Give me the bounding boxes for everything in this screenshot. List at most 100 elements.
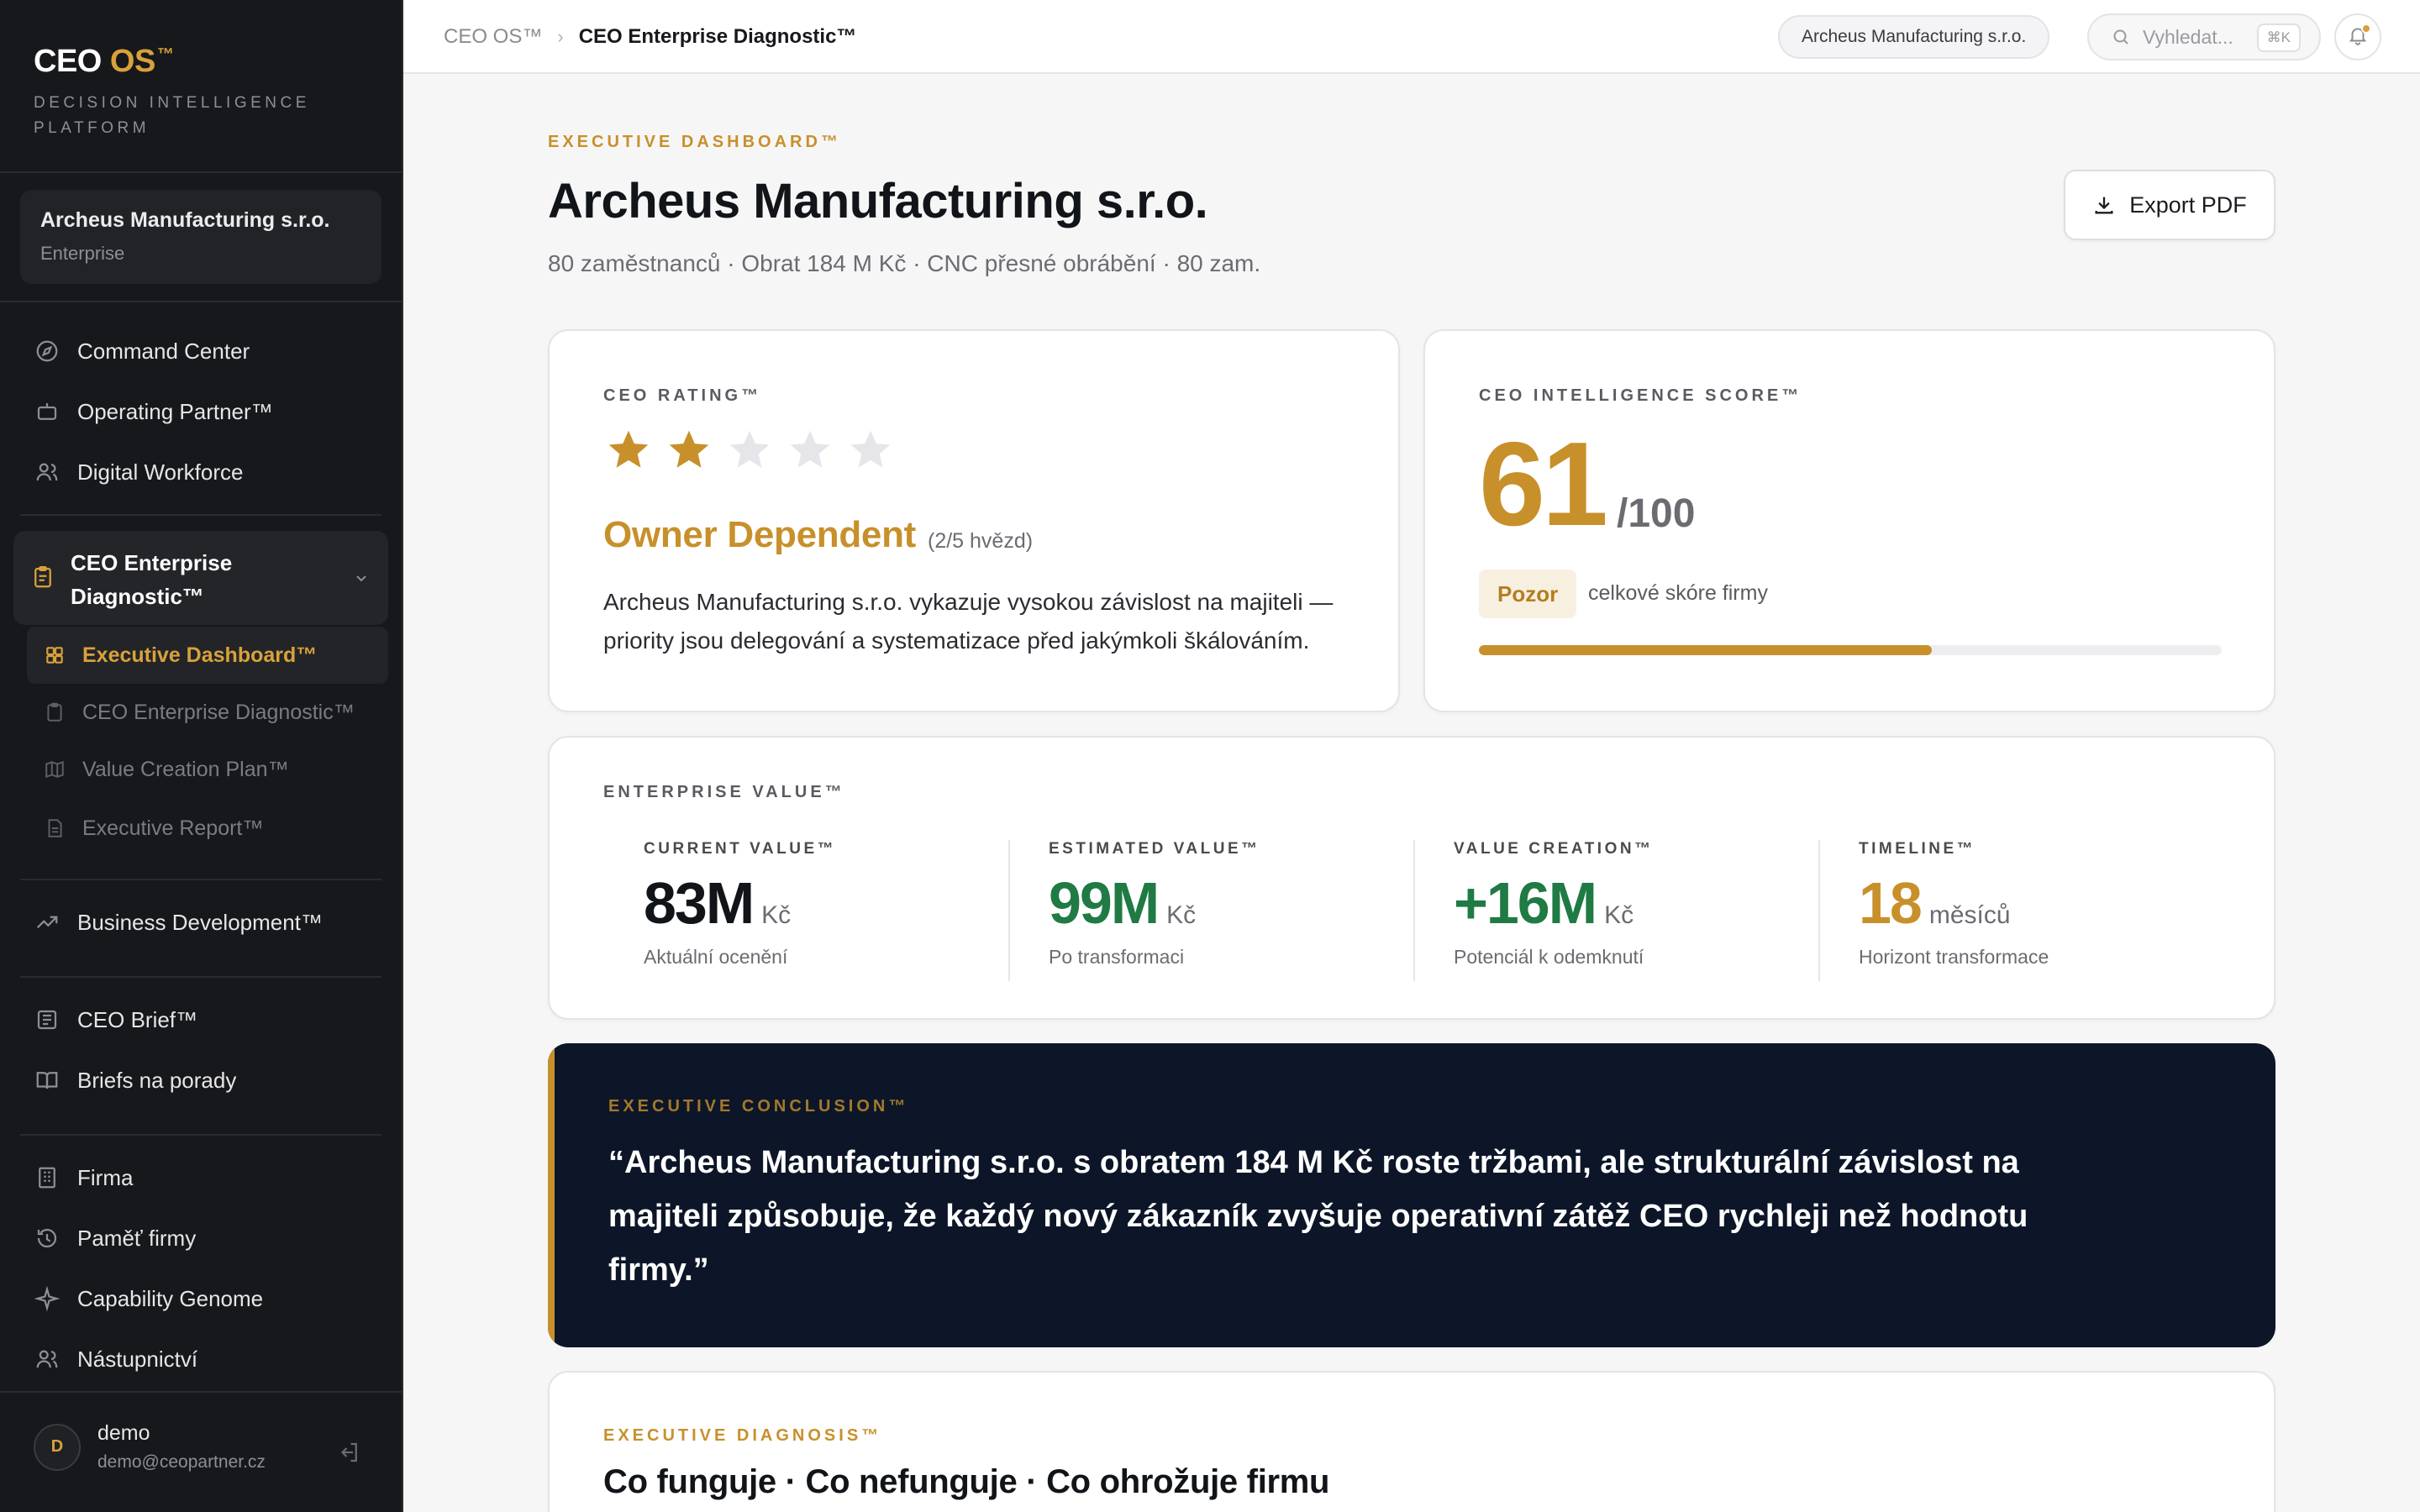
metric-divider [1413, 840, 1415, 981]
metric-label: TIMELINE™ [1859, 840, 1976, 858]
sidebar-subitem-label: CEO Enterprise Diagnostic™ [82, 701, 355, 724]
company-chip[interactable]: Archeus Manufacturing s.r.o. [1778, 15, 2050, 59]
sidebar-subitem-executive-dashboard[interactable]: Executive Dashboard™ [44, 643, 317, 668]
company-switcher[interactable]: Archeus Manufacturing s.r.o. Enterprise [20, 190, 381, 284]
history-icon [34, 1225, 60, 1252]
star-empty-icon [790, 430, 830, 468]
conclusion-quote: “Archeus Manufacturing s.r.o. s obratem … [608, 1145, 2028, 1288]
breadcrumb: CEO OS™ › CEO Enterprise Diagnostic™ [444, 25, 856, 49]
diagnosis-title: Co funguje · Co nefunguje · Co ohrožuje … [603, 1463, 1330, 1500]
chevron-down-icon[interactable] [351, 568, 371, 588]
top-bar: CEO OS™ › CEO Enterprise Diagnostic™ Arc… [403, 0, 2420, 74]
star-rating [605, 427, 894, 474]
company-name: Archeus Manufacturing s.r.o. [40, 208, 330, 232]
sidebar-divider [0, 301, 403, 302]
accent-bar [548, 1043, 555, 1347]
logout-icon[interactable] [336, 1440, 361, 1465]
executive-diagnosis-card: EXECUTIVE DIAGNOSIS™ Co funguje · Co nef… [548, 1371, 2275, 1512]
sidebar-item-operating-partner[interactable]: Operating Partner™ [34, 398, 273, 425]
sidebar-item-label: CEO Brief™ [77, 1006, 198, 1032]
rating-name: Owner Dependent [603, 514, 916, 555]
document-icon [44, 817, 67, 841]
brand-logo[interactable]: CEO OS ™ [34, 44, 174, 80]
sidebar-subitem-value-creation-plan[interactable]: Value Creation Plan™ [44, 758, 289, 782]
sidebar-item-label: Operating Partner™ [77, 398, 273, 424]
sidebar-divider [20, 976, 381, 978]
sidebar-item-nastupnictvi[interactable]: Nástupnictví [34, 1346, 197, 1373]
sidebar-item-pamet-firmy[interactable]: Paměť firmy [34, 1225, 196, 1252]
page-title: Archeus Manufacturing s.r.o. [548, 174, 1208, 228]
score-note: celkové skóre firmy [1588, 581, 1768, 605]
conclusion-label: EXECUTIVE CONCLUSION™ [608, 1097, 909, 1116]
sidebar-item-label: Digital Workforce [77, 459, 244, 485]
sidebar-item-ceo-brief[interactable]: CEO Brief™ [34, 1006, 197, 1033]
ceo-rating-label: CEO RATING™ [603, 386, 762, 405]
metric-current-value: CURRENT VALUE™ 83M Kč Aktuální ocenění [644, 840, 1049, 981]
grid-icon [44, 644, 67, 668]
user-name: demo [97, 1421, 150, 1445]
sidebar-subitem-executive-report[interactable]: Executive Report™ [44, 816, 263, 841]
sidebar-group-label: CEO Enterprise Diagnostic™ [71, 550, 233, 609]
sidebar-item-briefs-na-porady[interactable]: Briefs na porady [34, 1067, 236, 1094]
company-tier: Enterprise [40, 243, 125, 264]
chevron-right-icon: › [557, 26, 564, 47]
sidebar-item-label: Briefs na porady [77, 1067, 237, 1093]
sidebar-item-label: Firma [77, 1164, 134, 1190]
sidebar-item-label: Capability Genome [77, 1285, 264, 1311]
sparkle-icon [34, 1285, 60, 1312]
metric-note: Horizont transformace [1859, 946, 2049, 968]
diagnosis-label: EXECUTIVE DIAGNOSIS™ [603, 1426, 882, 1445]
notifications-button[interactable] [2334, 13, 2381, 60]
brand-ceo: CEO [34, 44, 102, 79]
search-shortcut: ⌘K [2256, 24, 2301, 52]
metric-note: Potenciál k odemknutí [1454, 946, 1644, 968]
score-label: CEO INTELLIGENCE SCORE™ [1479, 386, 1802, 405]
sidebar-subitem-label: Value Creation Plan™ [82, 758, 289, 781]
clipboard-icon [44, 701, 67, 725]
compass-icon [34, 338, 60, 365]
avatar: D [34, 1423, 81, 1471]
sidebar-item-command-center[interactable]: Command Center [34, 338, 250, 365]
sidebar-item-label: Command Center [77, 338, 250, 364]
executive-conclusion-card: EXECUTIVE CONCLUSION™ “Archeus Manufactu… [548, 1043, 2275, 1347]
page-subtitle: 80 zaměstnanců · Obrat 184 M Kč · CNC př… [548, 250, 1261, 276]
search-input[interactable]: Vyhledat... ⌘K [2087, 13, 2321, 60]
metric-divider [1008, 840, 1010, 981]
sidebar-item-firma[interactable]: Firma [34, 1164, 133, 1191]
sidebar-item-capability-genome[interactable]: Capability Genome [34, 1285, 263, 1312]
search-icon [2111, 27, 2131, 47]
brand-os: OS [109, 44, 155, 79]
rating-description: Archeus Manufacturing s.r.o. vykazuje vy… [603, 589, 1334, 654]
sidebar-item-digital-workforce[interactable]: Digital Workforce [34, 459, 243, 486]
star-empty-icon [729, 430, 770, 468]
export-pdf-label: Export PDF [2129, 192, 2247, 218]
score-progress-track [1479, 645, 2222, 655]
score-max: /100 [1617, 491, 1696, 536]
enterprise-value-label: ENTERPRISE VALUE™ [603, 783, 845, 801]
sidebar-divider [0, 1391, 403, 1393]
newspaper-icon [34, 1006, 60, 1033]
sidebar-divider [20, 879, 381, 880]
users-icon [34, 1346, 60, 1373]
star-filled-icon [669, 430, 709, 468]
ceo-rating-card: CEO RATING™ Owner Dependent (2/5 hvězd) … [548, 329, 1400, 712]
metric-unit: Kč [1604, 901, 1634, 929]
metric-unit: Kč [761, 901, 792, 929]
export-pdf-button[interactable]: Export PDF [2064, 170, 2275, 240]
metric-note: Aktuální ocenění [644, 946, 788, 968]
sidebar-item-label: Paměť firmy [77, 1225, 197, 1251]
sidebar-item-label: Nástupnictví [77, 1346, 198, 1372]
breadcrumb-current: CEO Enterprise Diagnostic™ [578, 25, 857, 48]
sidebar-subitem-ceo-enterprise-diagnostic[interactable]: CEO Enterprise Diagnostic™ [44, 701, 355, 725]
metric-unit: měsíců [1928, 901, 2011, 929]
user-email: demo@ceopartner.cz [97, 1452, 266, 1472]
breadcrumb-root[interactable]: CEO OS™ [444, 25, 542, 49]
star-filled-icon [608, 430, 649, 468]
brand-subtitle: DECISION INTELLIGENCE PLATFORM [34, 94, 310, 137]
sidebar-divider [20, 1134, 381, 1136]
sidebar-divider [20, 514, 381, 516]
sidebar-item-business-development[interactable]: Business Development™ [34, 909, 323, 936]
sidebar-group-ceo-enterprise-diagnostic[interactable]: CEO Enterprise Diagnostic™ [13, 531, 388, 625]
metric-note: Po transformaci [1049, 946, 1185, 968]
user-profile[interactable]: D demo demo@ceopartner.cz [34, 1421, 266, 1473]
